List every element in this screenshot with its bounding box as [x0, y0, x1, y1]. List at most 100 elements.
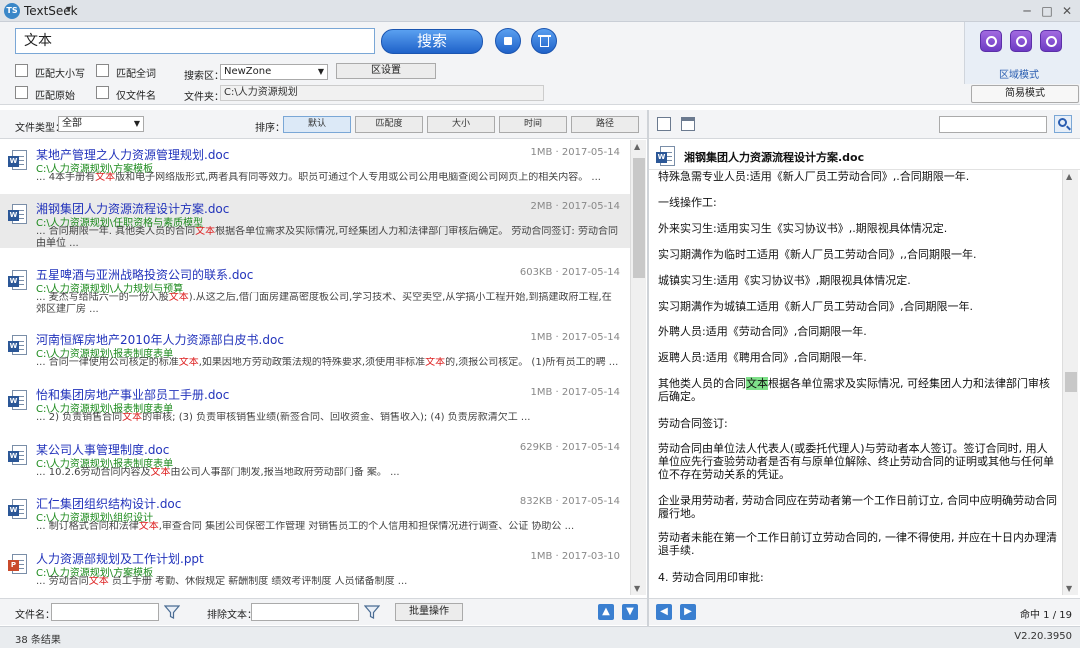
- results-list: W 某地产管理之人力资源管理规划.doc 1MB · 2017-05-14 C:\人力…: [0, 140, 630, 595]
- folder-path: C:\人力资源规划: [220, 85, 544, 101]
- folder-label: 文件夹：: [184, 92, 224, 103]
- result-snippet: ... 合同期限一年. 其他类人员的合同文本根据各单位需求及实际情况,可经集团人…: [36, 226, 618, 249]
- result-snippet: ... 4本手册有文本版和电子网络版形式,两者具有同等效力。职员可通过个人专用或…: [36, 172, 601, 183]
- clear-button[interactable]: [531, 28, 557, 54]
- result-snippet: ... 麦杰写给陆六一的一份入股文本).从这之后,借门面房建高密度板公司,学习技…: [36, 292, 612, 315]
- preview-paragraph: 实习期满作为城镇工适用《新人厂员工劳动合同》,合同期限一年.: [658, 300, 973, 313]
- result-row[interactable]: W 某地产管理之人力资源管理规划.doc 1MB · 2017-05-14 C:\人力…: [0, 140, 630, 194]
- filetype-select[interactable]: 全部 ▼: [58, 116, 144, 132]
- preview-bottom-bar: [649, 598, 1080, 625]
- preview-paragraph: 劳动者未能在第一个工作日前订立劳动合同的, 一律不得使用, 并应在十日内办理清退…: [658, 531, 1057, 557]
- filename-filter-label: 文件名：: [15, 610, 55, 621]
- results-scrollbar[interactable]: ▲ ▼: [630, 140, 646, 595]
- result-snippet: ... 劳动合同文本 员工手册 考勤、休假规定 薪酬制度 绩效考评制度 人员储备…: [36, 576, 408, 587]
- search-hit: 文本: [122, 412, 143, 423]
- search-hit: 文本: [150, 467, 171, 478]
- search-hit: 文本: [195, 226, 216, 237]
- window-view-icon[interactable]: [681, 117, 695, 131]
- result-row[interactable]: W 河南恒辉房地产2010年人力资源部白皮书.doc 1MB · 2017-05-1…: [0, 325, 630, 379]
- word-file-icon: W: [8, 204, 28, 226]
- result-row[interactable]: W 湘钢集团人力资源流程设计方案.doc 2MB · 2017-05-14 C:\人力…: [0, 194, 630, 249]
- arrow-up-icon[interactable]: ▲: [598, 604, 614, 620]
- match-case-checkbox[interactable]: [15, 64, 28, 77]
- search-button[interactable]: 搜索: [381, 29, 483, 54]
- search-area-value: NewZone: [224, 66, 272, 77]
- settings-tool-button[interactable]: [1010, 30, 1032, 52]
- filter-icon[interactable]: [364, 604, 380, 620]
- minimize-icon[interactable]: ─: [1016, 2, 1038, 20]
- document-view-icon[interactable]: [657, 117, 671, 131]
- result-meta: 603KB · 2017-05-14: [519, 267, 620, 278]
- word-file-icon: W: [8, 270, 28, 292]
- refresh-tool-button[interactable]: [980, 30, 1002, 52]
- match-original-checkbox[interactable]: [15, 86, 28, 99]
- exclude-text-input[interactable]: [251, 603, 359, 621]
- stop-button[interactable]: [495, 28, 521, 54]
- sort-time-button[interactable]: 时间: [499, 116, 567, 133]
- sort-relevance-button[interactable]: 匹配度: [355, 116, 423, 133]
- result-meta: 2MB · 2017-05-14: [530, 201, 620, 212]
- preview-paragraph: 实习期满作为临时工适用《新人厂员工劳动合同》,,合同期限一年.: [658, 248, 977, 261]
- result-row[interactable]: W 怡和集团房地产事业部员工手册.doc 1MB · 2017-05-14 C:\人力…: [0, 380, 630, 434]
- filename-only-label: 仅文件名: [116, 91, 156, 102]
- search-input[interactable]: 文本: [15, 28, 375, 54]
- result-snippet: ... 10.2.6劳动合同内容及文本由公司人事部门制发,报当地政府劳动部门备 …: [36, 467, 400, 478]
- sort-default-button[interactable]: 默认: [283, 116, 351, 133]
- word-file-icon: W: [8, 150, 28, 172]
- result-count: 38 条结果: [15, 635, 61, 646]
- link-tool-button[interactable]: [1040, 30, 1062, 52]
- arrow-right-icon[interactable]: ▶: [680, 604, 696, 620]
- search-hit: 文本: [88, 576, 109, 587]
- title-bar: [0, 0, 1080, 22]
- preview-paragraph: 劳动合同签订:: [658, 417, 728, 430]
- preview-search-input[interactable]: [939, 116, 1047, 133]
- chevron-down-icon: ▼: [133, 119, 140, 128]
- preview-search-button[interactable]: [1054, 115, 1072, 133]
- match-case-label: 匹配大小写: [35, 69, 85, 80]
- filter-icon[interactable]: [164, 604, 180, 620]
- filename-filter-input[interactable]: [51, 603, 159, 621]
- result-meta: 1MB · 2017-05-14: [530, 147, 620, 158]
- sort-path-button[interactable]: 路径: [571, 116, 639, 133]
- arrow-left-icon[interactable]: ◀: [656, 604, 672, 620]
- filetype-value: 全部: [62, 118, 82, 129]
- search-hit-highlight: 文本: [746, 377, 768, 390]
- result-meta: 1MB · 2017-05-14: [530, 332, 620, 343]
- arrow-down-icon[interactable]: ▼: [622, 604, 638, 620]
- match-whole-word-label: 匹配全词: [116, 69, 156, 80]
- search-area-select[interactable]: NewZone ▼: [220, 64, 328, 80]
- preview-content: 特殊急需专业人员:适用《新人厂员工劳动合同》,.合同期限一年. 一线操作工: 外来实…: [649, 170, 1061, 595]
- word-file-icon: W: [8, 335, 28, 357]
- result-meta: 1MB · 2017-03-10: [530, 551, 620, 562]
- result-snippet: ... 制订格式合同和法律文本,审查合同 集团公司保密工作管理 对销售员工的个人…: [36, 521, 575, 532]
- area-settings-button[interactable]: 区设置: [336, 63, 436, 79]
- search-hit: 文本: [95, 172, 116, 183]
- result-meta: 629KB · 2017-05-14: [519, 442, 620, 453]
- word-file-icon: W: [8, 445, 28, 467]
- search-hit: 文本: [168, 292, 189, 303]
- batch-operation-button[interactable]: 批量操作: [395, 603, 463, 621]
- result-row[interactable]: W 汇仁集团组织结构设计.doc 832KB · 2017-05-14 C:\人力资源…: [0, 489, 630, 543]
- refresh-icon: [986, 36, 997, 47]
- hit-counter: 命中 1 / 19: [1020, 610, 1072, 621]
- close-icon[interactable]: ✕: [1056, 2, 1078, 20]
- result-row[interactable]: W 某公司人事管理制度.doc 629KB · 2017-05-14 C:\人力资源规…: [0, 435, 630, 489]
- exclude-text-label: 排除文本：: [207, 610, 257, 621]
- preview-paragraph: 城镇实习生:适用《实习协议书》,期限视具体情况定.: [658, 274, 911, 287]
- match-whole-word-checkbox[interactable]: [96, 64, 109, 77]
- chevron-down-icon[interactable]: ▾: [66, 4, 71, 15]
- search-area-label: 搜索区：: [184, 71, 224, 82]
- maximize-icon[interactable]: □: [1036, 2, 1058, 20]
- preview-scrollbar[interactable]: ▲ ▼: [1062, 170, 1078, 595]
- result-row[interactable]: P 人力资源部规划及工作计划.ppt 1MB · 2017-03-10 C:\人力资源…: [0, 544, 630, 595]
- search-hit: 文本: [138, 521, 159, 532]
- sort-label: 排序：: [255, 123, 285, 134]
- area-mode-link[interactable]: 区域模式: [964, 66, 1074, 81]
- simple-mode-button[interactable]: 简易模式: [971, 85, 1079, 103]
- preview-paragraph: 特殊急需专业人员:适用《新人厂员工劳动合同》,.合同期限一年.: [658, 170, 970, 183]
- result-row[interactable]: W 五星啤酒与亚洲战略投资公司的联系.doc 603KB · 2017-05-14 C…: [0, 260, 630, 315]
- app-logo-icon: TS: [4, 3, 20, 19]
- filename-only-checkbox[interactable]: [96, 86, 109, 99]
- search-hit: 文本: [178, 357, 199, 368]
- sort-size-button[interactable]: 大小: [427, 116, 495, 133]
